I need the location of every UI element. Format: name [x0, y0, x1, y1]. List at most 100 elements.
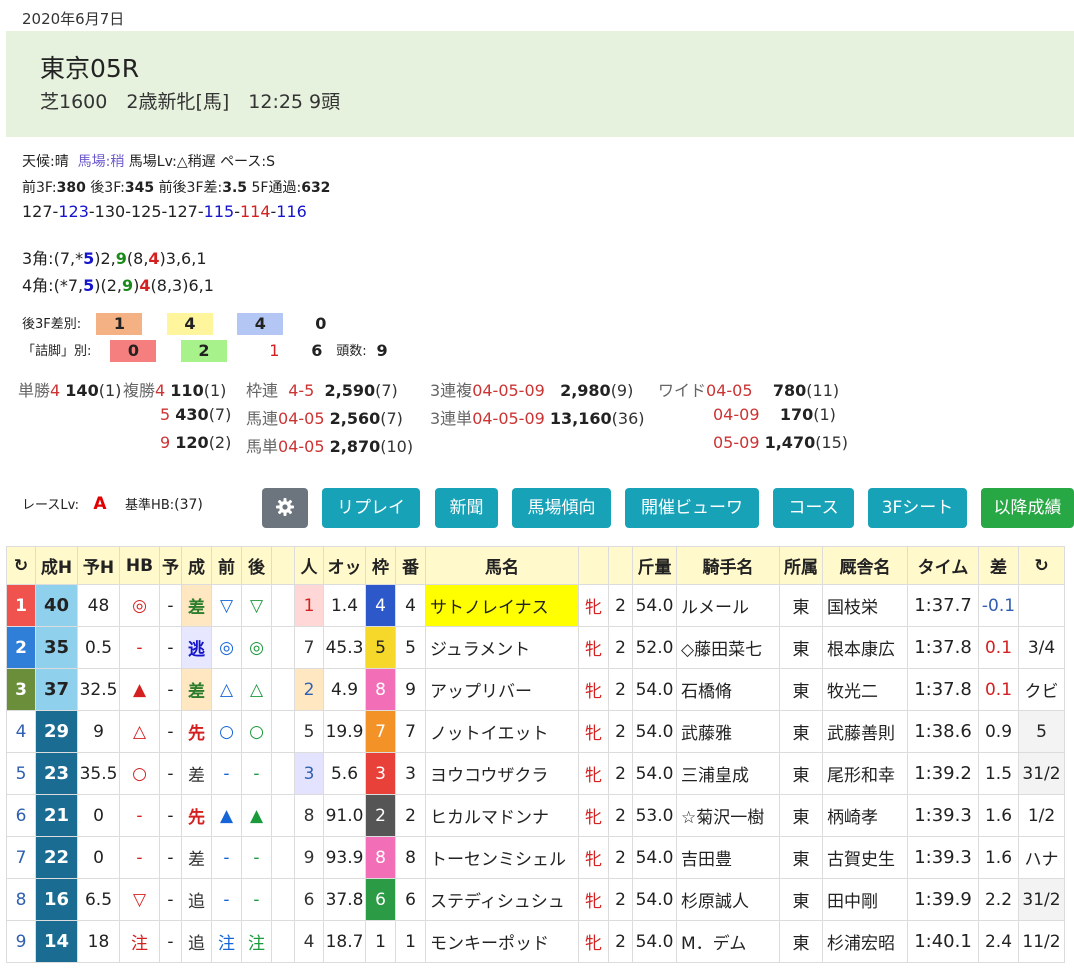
header-cell[interactable]: 人: [294, 546, 324, 585]
table-cell: 31/2: [1018, 752, 1065, 795]
table-cell: 48: [77, 584, 120, 627]
table-cell: 1:39.9: [907, 878, 979, 921]
table-cell: ○: [241, 710, 272, 753]
table-cell: 柄崎孝: [822, 794, 908, 837]
header-cell[interactable]: 予H: [77, 546, 120, 585]
header-cell[interactable]: 成H: [35, 546, 78, 585]
amount: 2,560: [329, 409, 381, 428]
table-cell: 0: [77, 794, 120, 837]
table-cell[interactable]: アップリバー: [425, 668, 579, 711]
corner3-label: 3角:: [22, 249, 54, 268]
stat-box: 6: [311, 341, 323, 360]
table-cell: 1/2: [1018, 794, 1065, 837]
table-row[interactable]: 4 29 9 △ - 先 ○ ○ 5 19.9 7 7 ノットイエット牝 2 54.0 武藤雅東武藤善則 1:3…: [6, 710, 1065, 753]
table-row[interactable]: 3 37 32.5 ▲ - 差 △ △ 2 4.9 8 9 アップリバー牝 2 54.0 石橋脩東牧光二 1:3…: [6, 668, 1065, 711]
table-cell[interactable]: ステディシュシュ: [425, 878, 579, 921]
table-cell: [271, 710, 295, 753]
meeting-viewer-button[interactable]: 開催ビューワ: [625, 488, 759, 528]
table-cell: 31/2: [1018, 878, 1065, 921]
header-cell[interactable]: 所属: [779, 546, 823, 585]
header-cell[interactable]: タイム: [907, 546, 979, 585]
header-cell[interactable]: 予: [159, 546, 182, 585]
track-condition-link[interactable]: 馬場:稍: [78, 154, 125, 170]
table-cell: 牝: [578, 836, 609, 879]
table-cell[interactable]: ヨウコウザクラ: [425, 752, 579, 795]
popularity: (15): [815, 433, 849, 452]
table-cell: 1: [6, 584, 36, 627]
table-cell: ▲: [211, 794, 242, 837]
table-cell: 2: [294, 668, 324, 711]
table-cell: 9: [77, 710, 120, 753]
header-cell[interactable]: 斤量: [632, 546, 677, 585]
table-cell[interactable]: ジュラメント: [425, 626, 579, 669]
table-cell[interactable]: モンキーポッド: [425, 920, 579, 963]
table-cell: 0.5: [77, 626, 120, 669]
table-cell: 0.9: [978, 710, 1019, 753]
header-cell[interactable]: 馬名: [425, 546, 579, 585]
popularity: (1): [813, 405, 836, 424]
table-cell: 1:39.3: [907, 794, 979, 837]
wakuren-label: 枠連: [246, 381, 279, 400]
refresh-icon[interactable]: ↻: [1018, 546, 1065, 585]
table-cell: 18: [77, 920, 120, 963]
header-cell[interactable]: 成: [181, 546, 212, 585]
table-cell[interactable]: ノットイエット: [425, 710, 579, 753]
header-cell[interactable]: 番: [395, 546, 426, 585]
diff: 3.5: [222, 180, 248, 196]
table-cell: 54.0: [632, 752, 677, 795]
later-results-button[interactable]: 以降成績: [981, 488, 1074, 528]
stat-box: 0: [315, 314, 327, 333]
table-cell: 37: [35, 668, 78, 711]
table-cell: 2: [608, 668, 633, 711]
header-cell: [578, 546, 609, 585]
replay-button[interactable]: リプレイ: [322, 488, 420, 528]
race-header: 東京05R 芝1600 2歳新牝[馬] 12:25 9頭: [6, 31, 1074, 137]
table-row[interactable]: 6 21 0- - 先 ▲ ▲ 8 91.0 2 2 ヒカルマドンナ牝 2 53.0 ☆菊沢一樹東柄崎孝 1:…: [6, 794, 1065, 837]
combo: 4: [155, 381, 166, 400]
table-row[interactable]: 5 23 35.5 ○ - 差 - -3 5.6 3 3 ヨウコウザクラ牝 2 54.0 三浦皇成東尾形和幸…: [6, 752, 1065, 795]
popularity: (7): [208, 405, 232, 424]
header-cell[interactable]: 差: [978, 546, 1019, 585]
header-cell[interactable]: HB: [119, 546, 160, 585]
track-info: 天候:晴 馬場:稍 馬場Lv:△稍遅 ペース:S: [22, 151, 275, 171]
table-cell: 53.0: [632, 794, 677, 837]
track-bias-button[interactable]: 馬場傾向: [512, 488, 611, 528]
table-cell[interactable]: トーセンミシェル: [425, 836, 579, 879]
table-cell: 2: [608, 752, 633, 795]
table-cell: 東: [779, 920, 823, 963]
lap: 125: [130, 202, 162, 221]
tansho: 単勝4 140(1): [18, 377, 121, 401]
table-row[interactable]: 7 22 0- - 差 - -9 93.9 8 8 トーセンミシェル牝 2 54.0 吉田豊東古賀史生 1:…: [6, 836, 1065, 879]
table-cell: 3: [6, 668, 36, 711]
header-cell[interactable]: 前: [211, 546, 242, 585]
3f-sheet-button[interactable]: 3Fシート: [868, 488, 967, 528]
table-cell[interactable]: サトノレイナス: [425, 584, 579, 627]
header-cell[interactable]: 枠: [365, 546, 396, 585]
newspaper-button[interactable]: 新聞: [435, 488, 498, 528]
table-cell: -: [159, 584, 182, 627]
table-cell: 東: [779, 668, 823, 711]
refresh-icon[interactable]: ↻: [6, 546, 36, 585]
table-cell: ▽: [119, 878, 160, 921]
table-cell: 5: [1018, 710, 1065, 753]
table-row[interactable]: 1 40 48 ◎ - 差 ▽ ▽ 1 1.4 4 4 サトノレイナス牝 2 54.0 ルメール東国枝栄 1:3…: [6, 584, 1065, 627]
table-cell: 1:38.6: [907, 710, 979, 753]
header-cell[interactable]: 後: [241, 546, 272, 585]
table-row[interactable]: 2 35 0.5- - 逃 ◎ ◎ 7 45.3 5 5 ジュラメント牝 2 52.0 ◇藤田菜七東根本康広…: [6, 626, 1065, 669]
amount: 430: [175, 405, 209, 424]
table-cell: 東: [779, 752, 823, 795]
course-button[interactable]: コース: [773, 488, 854, 528]
table-cell[interactable]: ヒカルマドンナ: [425, 794, 579, 837]
track-level: 馬場Lv:△稍遅: [128, 154, 216, 170]
settings-button[interactable]: [262, 488, 308, 528]
table-row[interactable]: 9 14 18 注 - 追注注 4 18.7 1 1 モンキーポッド牝 2 54.0 M．デム東杉浦宏昭 1…: [6, 920, 1065, 963]
diff-label: 前後3F差:: [158, 180, 223, 196]
header-cell[interactable]: オッ: [323, 546, 366, 585]
table-cell: -: [159, 668, 182, 711]
table-row[interactable]: 8 16 6.5 ▽ - 追 - -6 37.8 6 6 ステディシュシュ牝 2 54.0 杉原誠人東田中剛…: [6, 878, 1065, 921]
header-cell[interactable]: 厩舎名: [822, 546, 908, 585]
table-cell: ○: [211, 710, 242, 753]
table-cell: -0.1: [978, 584, 1019, 627]
header-cell[interactable]: 騎手名: [676, 546, 780, 585]
table-cell: [271, 794, 295, 837]
